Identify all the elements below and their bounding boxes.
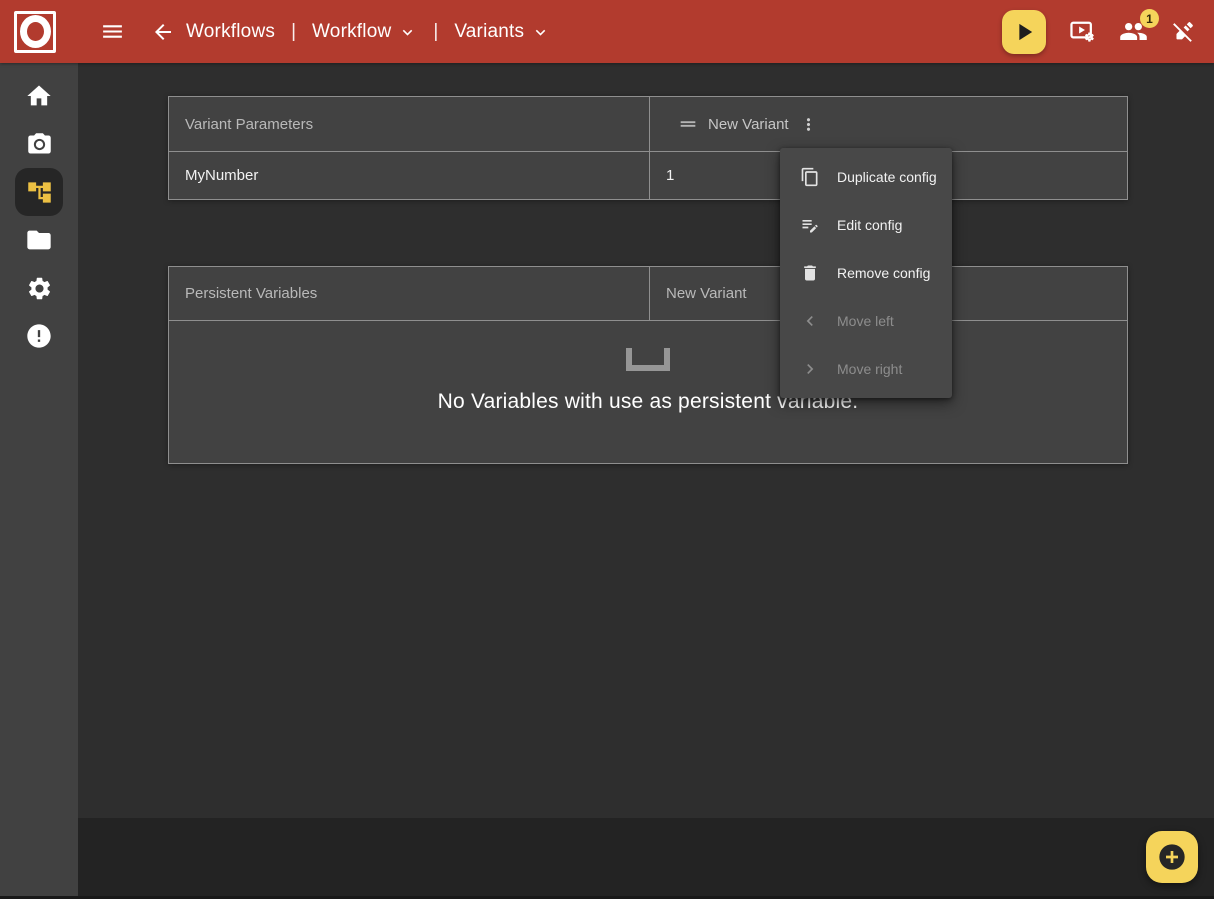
variant-kebab-menu-button[interactable] — [797, 113, 820, 136]
empty-tray-icon — [626, 348, 670, 371]
settings-gear-icon — [26, 275, 53, 302]
camera-icon — [26, 131, 53, 158]
sidebar-item-workflows-active[interactable] — [15, 168, 63, 216]
persistent-variables-table: Persistent Variables New Variant No Vari… — [168, 266, 1128, 464]
menu-item-move-left: Move left — [780, 297, 952, 345]
chevron-down-icon — [531, 23, 550, 42]
variant-context-menu: Duplicate config Edit config Remove conf… — [780, 148, 952, 398]
app-window: Workflows | Workflow | Variants — [0, 0, 1214, 899]
persistent-variables-title: Persistent Variables — [185, 285, 317, 302]
breadcrumb-workflows[interactable]: Workflows — [186, 21, 275, 43]
menu-item-label: Edit config — [837, 217, 902, 233]
persistent-variables-header-row: Persistent Variables New Variant — [169, 267, 1127, 321]
recording-settings-button[interactable] — [1069, 18, 1096, 45]
drag-handle-icon[interactable] — [677, 113, 699, 135]
sidebar-item-settings[interactable] — [25, 274, 53, 302]
back-button[interactable] — [151, 20, 175, 44]
folder-icon — [25, 226, 53, 254]
play-icon — [1010, 18, 1038, 46]
parameter-name-cell: MyNumber — [169, 152, 649, 199]
back-arrow-icon — [151, 20, 175, 44]
home-icon — [25, 82, 53, 110]
copy-icon — [800, 167, 820, 187]
persistent-variables-title-cell: Persistent Variables — [169, 267, 649, 320]
workflow-tree-icon — [26, 179, 53, 206]
menu-item-remove-config[interactable]: Remove config — [780, 249, 952, 297]
app-bar: Workflows | Workflow | Variants — [0, 0, 1214, 63]
add-variable-fab[interactable] — [1146, 831, 1198, 883]
workflow-selector[interactable]: Workflow — [312, 21, 417, 43]
workflow-selector-label: Workflow — [312, 21, 391, 43]
persistent-variant-column-header-label: New Variant — [666, 285, 747, 302]
menu-item-edit-config[interactable]: Edit config — [780, 201, 952, 249]
chevron-right-icon — [800, 359, 820, 379]
menu-button[interactable] — [100, 19, 125, 44]
app-logo[interactable] — [14, 11, 56, 53]
variant-column-header-label: New Variant — [708, 116, 789, 133]
edit-off-icon — [1171, 19, 1196, 44]
chevron-left-icon — [800, 311, 820, 331]
menu-item-label: Remove config — [837, 265, 930, 281]
breadcrumb-separator: | — [291, 21, 296, 43]
variant-parameters-table: Variant Parameters New Variant MyNumber … — [168, 96, 1128, 200]
edit-off-button[interactable] — [1171, 19, 1196, 44]
error-icon — [25, 322, 53, 350]
appbar-actions: 1 — [1002, 10, 1196, 54]
menu-icon — [100, 19, 125, 44]
logo-o-icon — [20, 15, 51, 48]
menu-item-label: Move left — [837, 313, 894, 329]
sidebar-item-home[interactable] — [25, 82, 53, 110]
add-icon — [1156, 841, 1188, 873]
chevron-down-icon — [398, 23, 417, 42]
edit-note-icon — [800, 215, 820, 235]
recording-settings-icon — [1069, 18, 1096, 45]
variant-parameters-header-row: Variant Parameters New Variant — [169, 97, 1127, 152]
breadcrumb-separator: | — [433, 21, 438, 43]
variant-parameters-title: Variant Parameters — [185, 116, 313, 133]
parameter-name: MyNumber — [185, 167, 258, 184]
sidebar — [0, 63, 78, 896]
table-row[interactable]: MyNumber 1 — [169, 152, 1127, 199]
kebab-menu-icon — [799, 115, 818, 134]
sidebar-item-camera[interactable] — [25, 130, 53, 158]
sidebar-item-errors[interactable] — [25, 322, 53, 350]
menu-item-label: Duplicate config — [837, 169, 937, 185]
menu-item-move-right: Move right — [780, 345, 952, 393]
users-button[interactable]: 1 — [1119, 17, 1148, 46]
variant-column-header-cell: New Variant — [649, 97, 1127, 151]
variant-parameters-title-cell: Variant Parameters — [169, 97, 649, 151]
variants-selector-label: Variants — [454, 21, 524, 43]
menu-item-duplicate-config[interactable]: Duplicate config — [780, 153, 952, 201]
parameter-value: 1 — [666, 167, 674, 184]
run-workflow-button[interactable] — [1002, 10, 1046, 54]
persistent-variables-empty-state: No Variables with use as persistent vari… — [169, 321, 1127, 463]
sidebar-item-files[interactable] — [25, 226, 53, 254]
menu-item-label: Move right — [837, 361, 902, 377]
footer-strip — [78, 818, 1214, 896]
delete-icon — [800, 263, 820, 283]
users-badge: 1 — [1140, 9, 1159, 28]
variants-selector[interactable]: Variants — [454, 21, 550, 43]
